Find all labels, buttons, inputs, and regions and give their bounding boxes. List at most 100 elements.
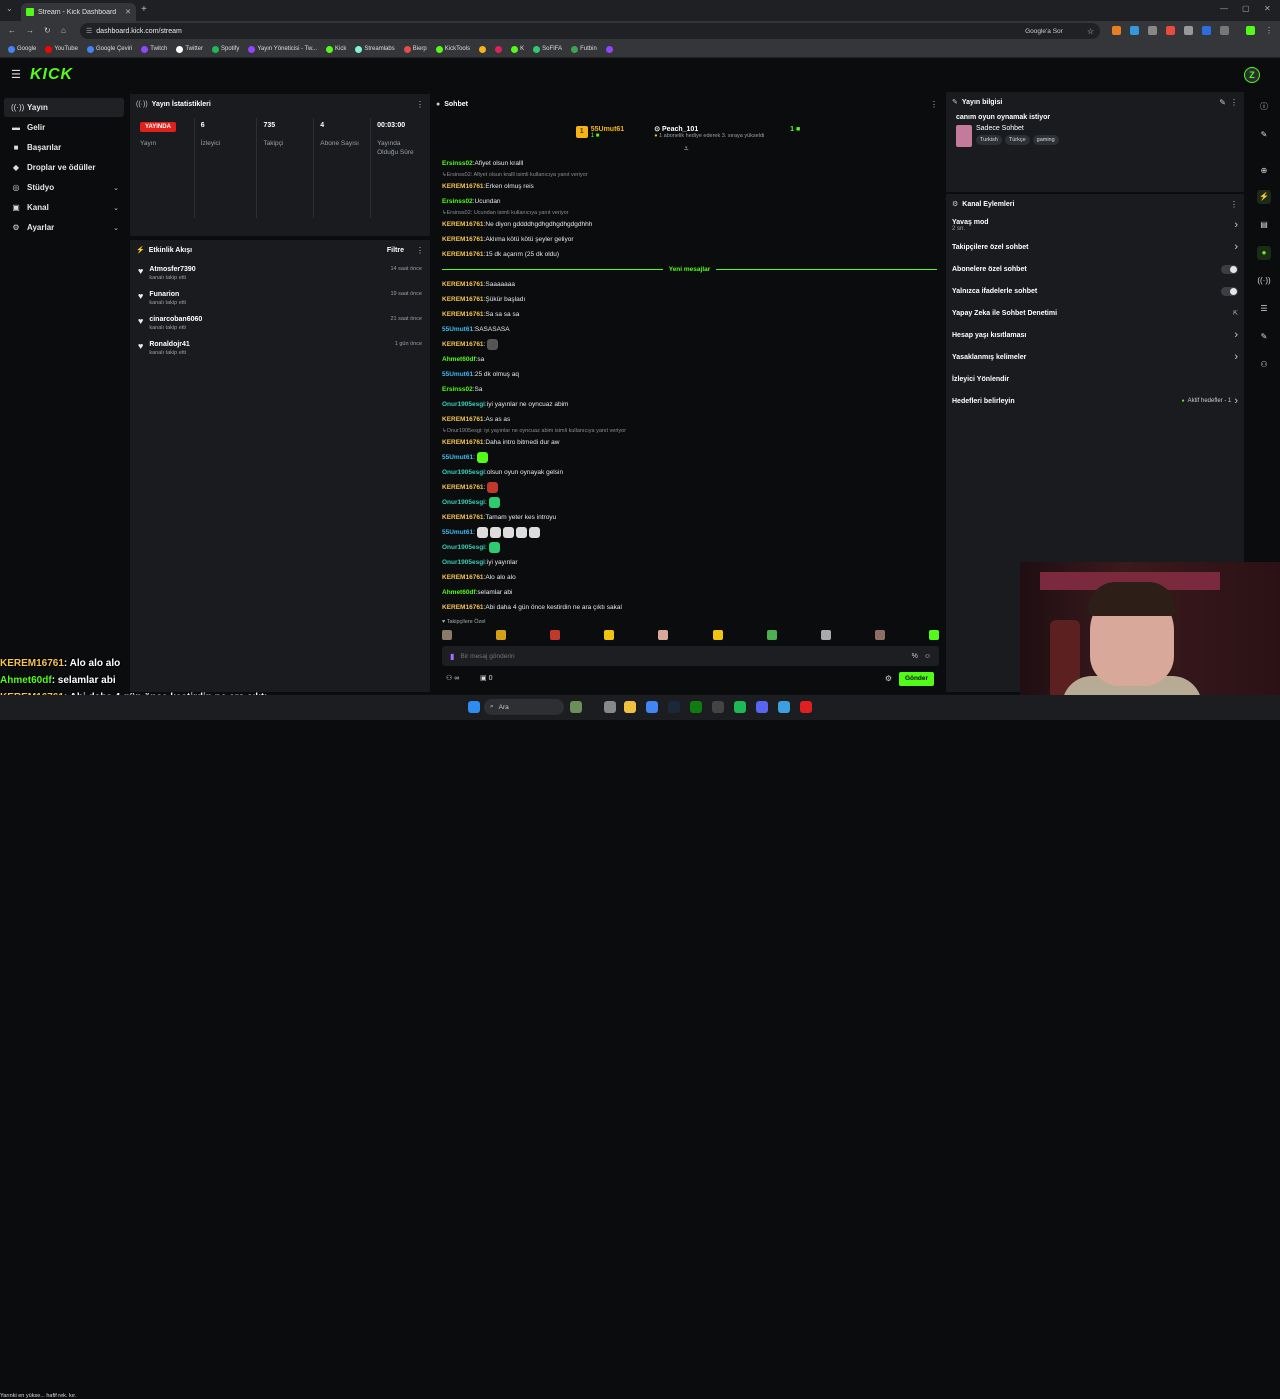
bookmark-item[interactable]: Spotify	[211, 45, 239, 53]
chevron-right-icon[interactable]: ›	[1234, 329, 1238, 341]
close-tab-icon[interactable]: ✕	[125, 8, 131, 16]
channel-action-item[interactable]: Abonelere özel sohbet	[946, 258, 1244, 280]
emote-icon[interactable]	[658, 630, 669, 640]
extension-icon[interactable]	[1130, 26, 1139, 35]
profile-icon[interactable]	[1246, 26, 1255, 35]
bookmark-item[interactable]: Twitch	[141, 45, 167, 53]
extension-icon[interactable]	[1184, 26, 1193, 35]
chat-bubble-icon[interactable]: ●	[1257, 246, 1271, 260]
emote-icon[interactable]	[820, 630, 831, 640]
chat-username[interactable]: KEREM16761	[442, 277, 484, 292]
steam-icon[interactable]	[668, 701, 680, 713]
minimize-icon[interactable]: —	[1220, 4, 1228, 13]
chat-username[interactable]: KEREM16761	[442, 179, 484, 194]
chat-message[interactable]: 55Umut61: 25 dk olmuş aq	[442, 367, 937, 382]
chat-input[interactable]	[460, 652, 906, 660]
sidebar-item-3[interactable]: ◆ Droplar ve ödüller	[4, 158, 124, 177]
widget-icon[interactable]	[570, 701, 582, 713]
activity-item[interactable]: ♥ Funarion kanalı takip etti 19 saat önce	[130, 285, 430, 310]
chat-username[interactable]: Onur1905esgi	[442, 540, 485, 555]
sidebar-item-6[interactable]: ⚙ Ayarlar ⌄	[4, 218, 124, 237]
taskbar-search[interactable]: ⌕ Ara	[484, 699, 564, 715]
kick-logo[interactable]: KICK	[30, 66, 73, 84]
emote-icon[interactable]	[604, 630, 615, 640]
bookmark-item[interactable]	[605, 45, 613, 53]
emote-icon[interactable]	[766, 630, 777, 640]
chat-username[interactable]: KEREM16761	[442, 337, 484, 352]
chat-message[interactable]: KEREM16761:	[442, 337, 937, 352]
forward-icon[interactable]: →	[26, 26, 34, 35]
chevron-right-icon[interactable]: ›	[1234, 241, 1238, 253]
channel-action-item[interactable]: Yavaş mod 2 sn. ›	[946, 214, 1244, 236]
chat-message[interactable]: KEREM16761: Erken olmuş reis	[442, 179, 937, 194]
bookmark-item[interactable]: Twitter	[176, 45, 203, 53]
browser-menu-icon[interactable]: ⋮	[1265, 26, 1273, 35]
maximize-icon[interactable]: ▢	[1242, 4, 1250, 13]
activity-user[interactable]: Funarion	[149, 291, 186, 298]
chat-username[interactable]: Onur1905esgi	[442, 555, 485, 570]
info-icon[interactable]: ⓘ	[1257, 100, 1271, 114]
chat-message[interactable]: 55Umut61:	[442, 450, 937, 465]
channel-action-item[interactable]: Takipçilere özel sohbet ›	[946, 236, 1244, 258]
chat-message[interactable]: Onur1905esgi:	[442, 540, 937, 555]
group-icon[interactable]: ⚇	[1257, 358, 1271, 372]
chat-username[interactable]: 55Umut61	[442, 322, 473, 337]
chat-username[interactable]: KEREM16761	[442, 570, 484, 585]
chat-settings-icon[interactable]: ⚙	[885, 674, 892, 683]
chat-username[interactable]: KEREM16761	[442, 217, 484, 232]
chat-message[interactable]: Ersinss02: Afiyet olsun kralll	[442, 156, 937, 171]
sidebar-item-1[interactable]: ▬ Gelir	[4, 118, 124, 137]
close-window-icon[interactable]: ✕	[1264, 4, 1271, 13]
chat-message[interactable]: KEREM16761: Ne diyon gddddhgdhgdhgdhgdgd…	[442, 217, 937, 232]
activity-item[interactable]: ♥ Ronaldojr41 kanalı takip etti 1 gün önce	[130, 335, 430, 360]
activity-menu-icon[interactable]: ⋮	[416, 246, 424, 255]
url-text[interactable]: dashboard.kick.com/stream	[96, 28, 1021, 35]
send-button[interactable]: Gönder	[899, 672, 934, 686]
chat-message[interactable]: Ahmet60df: sa	[442, 352, 937, 367]
home-icon[interactable]: ⌂	[61, 26, 66, 35]
chat-username[interactable]: KEREM16761	[442, 435, 484, 450]
chat-username[interactable]: KEREM16761	[442, 292, 484, 307]
emote-icon[interactable]	[712, 630, 723, 640]
toggle-switch[interactable]	[1221, 264, 1238, 274]
chat-message[interactable]: 55Umut61: SASASASA	[442, 322, 937, 337]
edit-icon[interactable]: ✎	[1219, 98, 1226, 107]
new-tab-icon[interactable]: +	[141, 4, 147, 15]
activity-user[interactable]: Ronaldojr41	[149, 341, 189, 348]
chat-username[interactable]: 55Umut61	[442, 525, 473, 540]
chat-message[interactable]: Ersinss02: Sa	[442, 382, 937, 397]
chat-username[interactable]: Ahmet60df	[442, 585, 476, 600]
chat-message[interactable]: KEREM16761: Saaaaaaa	[442, 277, 937, 292]
emote-icon[interactable]	[928, 630, 939, 640]
chat-message[interactable]: Onur1905esgi: iyi yayınlar ne oyncuaz ab…	[442, 397, 937, 412]
spotify-icon[interactable]	[734, 701, 746, 713]
bookmark-item[interactable]: KickTools	[435, 45, 470, 53]
bookmark-star-icon[interactable]: ☆	[1087, 27, 1094, 36]
chat-username[interactable]: KEREM16761	[442, 247, 484, 262]
channel-action-item[interactable]: Yasaklanmış kelimeler ›	[946, 346, 1244, 368]
app-icon[interactable]	[800, 701, 812, 713]
doc-icon[interactable]: ▤	[1257, 218, 1271, 232]
channel-action-item[interactable]: İzleyici Yönlendir	[946, 368, 1244, 390]
bookmark-item[interactable]	[495, 45, 503, 53]
pen-icon[interactable]: ✎	[1257, 128, 1271, 142]
emote-icon[interactable]	[442, 630, 452, 640]
bookmark-item[interactable]: K	[511, 45, 524, 53]
bookmark-item[interactable]: YouTube	[45, 45, 78, 53]
chat-message[interactable]: Onur1905esgi: iyi yayınlar	[442, 555, 937, 570]
chat-username[interactable]: KEREM16761	[442, 307, 484, 322]
activity-user[interactable]: Atmosfer7390	[149, 266, 195, 273]
emote-icon[interactable]	[550, 630, 561, 640]
chat-username[interactable]: Ersinss02	[442, 156, 473, 171]
chat-username[interactable]: Ahmet60df	[442, 352, 476, 367]
obs-icon[interactable]	[712, 701, 724, 713]
list-icon[interactable]: ☰	[1257, 302, 1271, 316]
emote-icon[interactable]	[496, 630, 507, 640]
emoji-icon[interactable]: ☺	[924, 653, 931, 660]
chat-message[interactable]: KEREM16761: Şükür başladı	[442, 292, 937, 307]
channel-action-item[interactable]: Hesap yaşı kısıtlaması ›	[946, 324, 1244, 346]
stream-tag[interactable]: Türkçe	[1004, 135, 1030, 145]
chat-message[interactable]: Ahmet60df: selamlar abi	[442, 585, 937, 600]
top-gifter[interactable]: 1 55Umut61 1 ■	[575, 118, 624, 146]
chat-username[interactable]: 55Umut61	[442, 450, 473, 465]
